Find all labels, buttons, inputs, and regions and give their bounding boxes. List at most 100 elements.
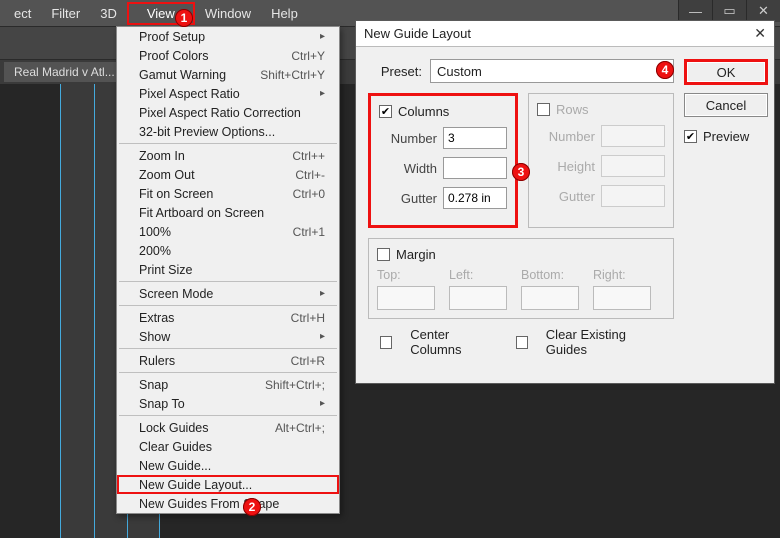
view-menu-dropdown: Proof Setup▸ Proof Colors Ctrl+Y Gamut Warn… — [116, 26, 340, 514]
menu-item-label: Zoom Out — [139, 168, 195, 182]
menu-item-label: Pixel Aspect Ratio — [139, 87, 240, 101]
menu-item[interactable]: Show▸ — [117, 327, 339, 346]
menu-item-shortcut: Ctrl+- — [295, 168, 325, 182]
menu-item-label: Proof Colors — [139, 49, 208, 63]
field-label: Number — [537, 129, 595, 144]
submenu-arrow-icon: ▸ — [320, 288, 325, 299]
menu-window[interactable]: Window — [195, 2, 261, 25]
preset-select[interactable]: Custom ⌄ — [430, 59, 674, 83]
menu-item[interactable]: 32-bit Preview Options... — [117, 122, 339, 141]
document-tab[interactable]: Real Madrid v Atl... — [4, 62, 125, 82]
dialog-title: New Guide Layout — [364, 26, 471, 41]
field-input — [601, 155, 665, 177]
menu-item-label: Pixel Aspect Ratio Correction — [139, 106, 301, 120]
minimize-button[interactable]: — — [678, 0, 712, 22]
preview-label: Preview — [703, 129, 749, 144]
menu-item[interactable]: RulersCtrl+R — [117, 351, 339, 370]
panel-checkbox[interactable]: ✔ — [379, 105, 392, 118]
field-input — [601, 125, 665, 147]
field-label: Height — [537, 159, 595, 174]
menu-item-label: Snap — [139, 378, 168, 392]
menu-item[interactable]: New Guide... — [117, 456, 339, 475]
submenu-arrow-icon: ▸ — [320, 398, 325, 409]
menu-item-label: Zoom In — [139, 149, 185, 163]
menu-item-shortcut: Ctrl+1 — [293, 225, 325, 239]
dialog-close-icon[interactable]: ✕ — [754, 25, 766, 42]
menu-item[interactable]: Pixel Aspect Ratio Correction — [117, 103, 339, 122]
margin-field-label: Top: — [377, 268, 435, 282]
maximize-button[interactable]: ▭ — [712, 0, 746, 22]
field-input — [601, 185, 665, 207]
margin-field-label: Bottom: — [521, 268, 579, 282]
menu-separator — [119, 305, 337, 306]
menu-item[interactable]: Snap To ▸ — [117, 394, 339, 413]
margin-field-input — [521, 286, 579, 310]
panel-title: Rows — [556, 102, 589, 117]
margin-title: Margin — [396, 247, 436, 262]
menu-item[interactable]: Proof Colors Ctrl+Y — [117, 46, 339, 65]
menu-item-label: Screen Mode — [139, 287, 213, 301]
ok-button[interactable]: OK — [684, 59, 768, 85]
menu-filter[interactable]: Filter — [41, 2, 90, 25]
step-badge-3: 3 — [512, 163, 530, 181]
step-badge-1: 1 — [175, 9, 193, 27]
field-input[interactable] — [443, 187, 507, 209]
menu-separator — [119, 143, 337, 144]
margin-field-label: Left: — [449, 268, 507, 282]
menu-item[interactable]: New Guide Layout... — [117, 475, 339, 494]
menu-item-label: Clear Guides — [139, 440, 212, 454]
menu-item[interactable]: SnapShift+Ctrl+; — [117, 375, 339, 394]
menu-item-label: 200% — [139, 244, 171, 258]
menu-item[interactable]: Screen Mode ▸ — [117, 284, 339, 303]
menu-separator — [119, 372, 337, 373]
menu-item-label: New Guide Layout... — [139, 478, 252, 492]
field-input[interactable] — [443, 127, 507, 149]
menu-item[interactable]: Lock GuidesAlt+Ctrl+; — [117, 418, 339, 437]
menu-item-shortcut: Ctrl+0 — [293, 187, 325, 201]
menu-item[interactable]: 100% Ctrl+1 — [117, 222, 339, 241]
cancel-button[interactable]: Cancel — [684, 93, 768, 117]
menu-item[interactable]: Zoom InCtrl++ — [117, 146, 339, 165]
menu-separator — [119, 281, 337, 282]
preset-label: Preset: — [368, 64, 422, 79]
center-columns-label: Center Columns — [410, 327, 497, 357]
menu-item[interactable]: 200% — [117, 241, 339, 260]
panel-checkbox[interactable] — [537, 103, 550, 116]
rows-panel: RowsNumberHeightGutter — [528, 93, 674, 228]
menu-item[interactable]: Fit on ScreenCtrl+0 — [117, 184, 339, 203]
field-input[interactable] — [443, 157, 507, 179]
step-badge-2: 2 — [243, 498, 261, 516]
menu-item-shortcut: Ctrl+R — [291, 354, 325, 368]
menu-item[interactable]: Zoom Out Ctrl+- — [117, 165, 339, 184]
menu-item[interactable]: Print Size — [117, 260, 339, 279]
menu-item[interactable]: Pixel Aspect Ratio ▸ — [117, 84, 339, 103]
clear-guides-checkbox[interactable] — [516, 336, 528, 349]
clear-guides-label: Clear Existing Guides — [546, 327, 662, 357]
menu-item[interactable]: Clear Guides — [117, 437, 339, 456]
menu-item-label: Gamut Warning — [139, 68, 226, 82]
menu-item-label: 32-bit Preview Options... — [139, 125, 275, 139]
menu-item[interactable]: Proof Setup▸ — [117, 27, 339, 46]
center-columns-checkbox[interactable] — [380, 336, 392, 349]
menu-item[interactable]: ExtrasCtrl+H — [117, 308, 339, 327]
menu-item[interactable]: New Guides From Shape — [117, 494, 339, 513]
menu-3d[interactable]: 3D — [90, 2, 127, 25]
field-label: Gutter — [379, 191, 437, 206]
step-badge-4: 4 — [656, 61, 674, 79]
menu-item[interactable]: Gamut WarningShift+Ctrl+Y — [117, 65, 339, 84]
menu-ect[interactable]: ect — [4, 2, 41, 25]
menu-item-label: Snap To — [139, 397, 185, 411]
close-button[interactable]: ✕ — [746, 0, 780, 22]
menu-help[interactable]: Help — [261, 2, 308, 25]
menu-item-label: 100% — [139, 225, 171, 239]
submenu-arrow-icon: ▸ — [320, 88, 325, 99]
columns-panel: ✔ColumnsNumberWidthGutter — [368, 93, 518, 228]
menu-item-shortcut: Ctrl+Y — [291, 49, 325, 63]
margin-checkbox[interactable] — [377, 248, 390, 261]
field-label: Width — [379, 161, 437, 176]
menu-item[interactable]: Fit Artboard on Screen — [117, 203, 339, 222]
preview-checkbox[interactable]: ✔ — [684, 130, 697, 143]
new-guide-layout-dialog: New Guide Layout ✕ Preset: Custom ⌄ ✔Col… — [355, 20, 775, 384]
margin-field-input — [377, 286, 435, 310]
menu-item-label: Fit Artboard on Screen — [139, 206, 264, 220]
